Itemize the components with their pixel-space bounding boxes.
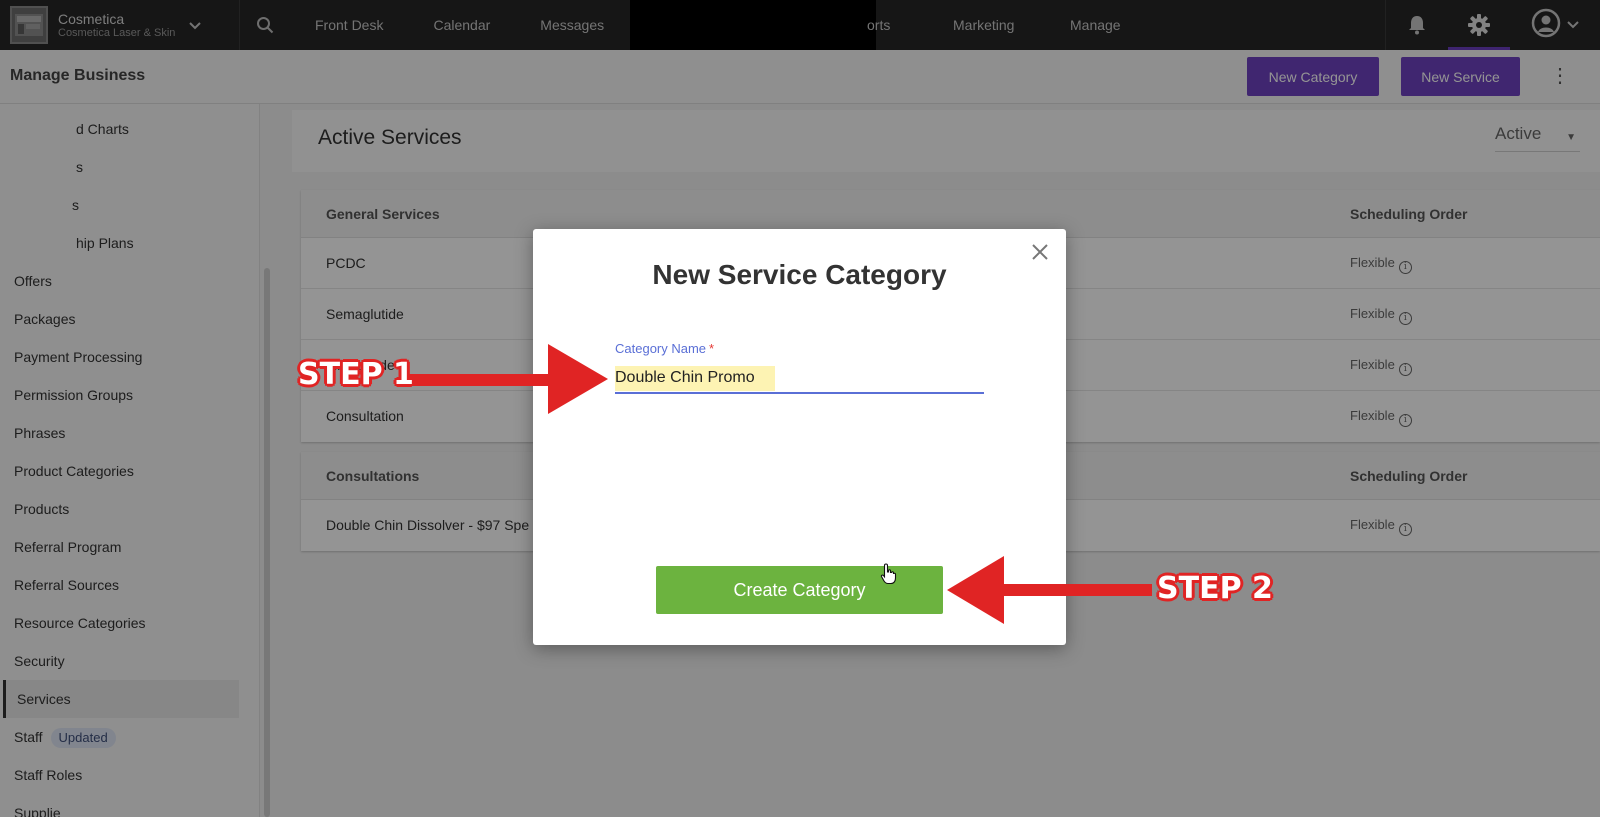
pointer-hand-icon bbox=[880, 563, 897, 585]
step2-label: STEP 2 bbox=[1157, 571, 1273, 606]
step1-arrow bbox=[400, 344, 608, 414]
dialog-title: New Service Category bbox=[652, 259, 947, 290]
create-category-button[interactable]: Create Category bbox=[656, 566, 943, 614]
category-name-label: Category Name * bbox=[615, 341, 715, 356]
step1-label: STEP 1 bbox=[298, 357, 414, 392]
step2-arrow bbox=[947, 556, 1152, 624]
category-name-field[interactable] bbox=[615, 364, 984, 394]
